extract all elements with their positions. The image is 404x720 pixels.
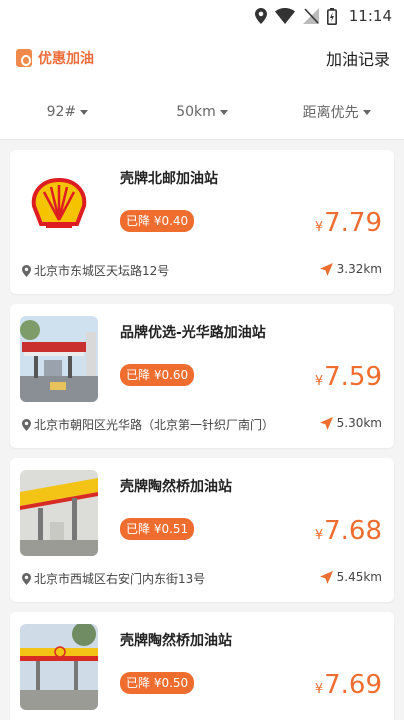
wifi-icon xyxy=(274,8,295,24)
discount-badge: 已降 ¥0.40 xyxy=(120,210,195,232)
brand-name: 优惠加油 xyxy=(38,51,94,67)
fuel-grade-filter-label: 92# xyxy=(46,103,77,120)
location-pin-icon xyxy=(22,572,31,585)
status-bar: 11:14 xyxy=(0,0,404,32)
station-name: 壳牌陶然桥加油站 xyxy=(120,479,232,495)
station-card[interactable]: 壳牌陶然桥加油站 已降 ¥0.50 ¥ 7.69 xyxy=(10,612,394,720)
sort-filter[interactable]: 距离优先 xyxy=(269,102,404,122)
location-icon xyxy=(254,8,267,24)
sort-filter-label: 距离优先 xyxy=(302,104,359,121)
station-distance: 5.45km xyxy=(336,570,382,584)
distance-row[interactable]: 3.32km xyxy=(319,262,382,276)
battery-icon xyxy=(326,7,337,25)
status-time: 11:14 xyxy=(348,7,392,25)
fuel-grade-filter[interactable]: 92# xyxy=(0,104,135,120)
station-list[interactable]: 壳牌北邮加油站 已降 ¥0.40 ¥ 7.79 北京市东城区天坛路12号 3.3… xyxy=(0,140,404,720)
shell-logo xyxy=(20,162,98,248)
station-distance: 3.32km xyxy=(336,262,382,276)
refuel-records-link[interactable]: 加油记录 xyxy=(326,46,390,70)
discount-badge: 已降 ¥0.60 xyxy=(120,364,195,386)
currency-symbol: ¥ xyxy=(314,220,324,235)
brand-logo-icon xyxy=(16,49,32,67)
price-amount: 7.79 xyxy=(324,208,382,238)
currency-symbol: ¥ xyxy=(314,682,324,697)
distance-row[interactable]: 5.45km xyxy=(319,570,382,584)
station-card[interactable]: 品牌优选-光华路加油站 已降 ¥0.60 ¥ 7.59 北京市朝阳区光华路（北京… xyxy=(10,304,394,448)
station-address: 北京市朝阳区光华路（北京第一针织厂南门） xyxy=(34,418,275,432)
station-address: 北京市东城区天坛路12号 xyxy=(34,264,170,278)
station-name: 品牌优选-光华路加油站 xyxy=(120,325,266,341)
station-photo xyxy=(20,316,98,402)
price: ¥ 7.69 xyxy=(315,670,382,700)
station-address: 北京市西城区右安门内东街13号 xyxy=(34,572,206,586)
address-row: 北京市东城区天坛路12号 xyxy=(22,262,169,279)
discount-badge: 已降 ¥0.51 xyxy=(120,518,195,540)
address-row: 北京市西城区右安门内东街13号 xyxy=(22,570,205,587)
app-header: 优惠加油 加油记录 xyxy=(0,32,404,84)
distance-row[interactable]: 5.30km xyxy=(319,416,382,430)
price-amount: 7.69 xyxy=(324,670,382,700)
price-amount: 7.59 xyxy=(324,362,382,392)
caret-down-icon xyxy=(80,109,89,115)
discount-badge: 已降 ¥0.50 xyxy=(120,672,195,694)
price: ¥ 7.79 xyxy=(315,208,382,238)
station-card[interactable]: 壳牌陶然桥加油站 已降 ¥0.51 ¥ 7.68 北京市西城区右安门内东街13号… xyxy=(10,458,394,602)
navigation-arrow-icon xyxy=(319,570,333,584)
station-photo xyxy=(20,470,98,556)
price-amount: 7.68 xyxy=(324,516,382,546)
filter-bar: 92# 50km 距离优先 xyxy=(0,84,404,140)
currency-symbol: ¥ xyxy=(314,528,324,543)
price: ¥ 7.68 xyxy=(315,516,382,546)
range-filter[interactable]: 50km xyxy=(135,104,270,120)
station-photo xyxy=(20,624,98,710)
caret-down-icon xyxy=(219,109,228,115)
range-filter-label: 50km xyxy=(176,103,216,120)
location-pin-icon xyxy=(22,418,31,431)
location-pin-icon xyxy=(22,264,31,277)
navigation-arrow-icon xyxy=(319,416,333,430)
station-name: 壳牌陶然桥加油站 xyxy=(120,633,232,649)
station-name: 壳牌北邮加油站 xyxy=(120,171,218,187)
navigation-arrow-icon xyxy=(319,262,333,276)
no-signal-icon xyxy=(302,8,319,24)
station-distance: 5.30km xyxy=(336,416,382,430)
caret-down-icon xyxy=(362,109,371,115)
station-card[interactable]: 壳牌北邮加油站 已降 ¥0.40 ¥ 7.79 北京市东城区天坛路12号 3.3… xyxy=(10,150,394,294)
price: ¥ 7.59 xyxy=(315,362,382,392)
currency-symbol: ¥ xyxy=(314,374,324,389)
address-row: 北京市朝阳区光华路（北京第一针织厂南门） xyxy=(22,416,274,433)
brand: 优惠加油 xyxy=(16,48,94,68)
